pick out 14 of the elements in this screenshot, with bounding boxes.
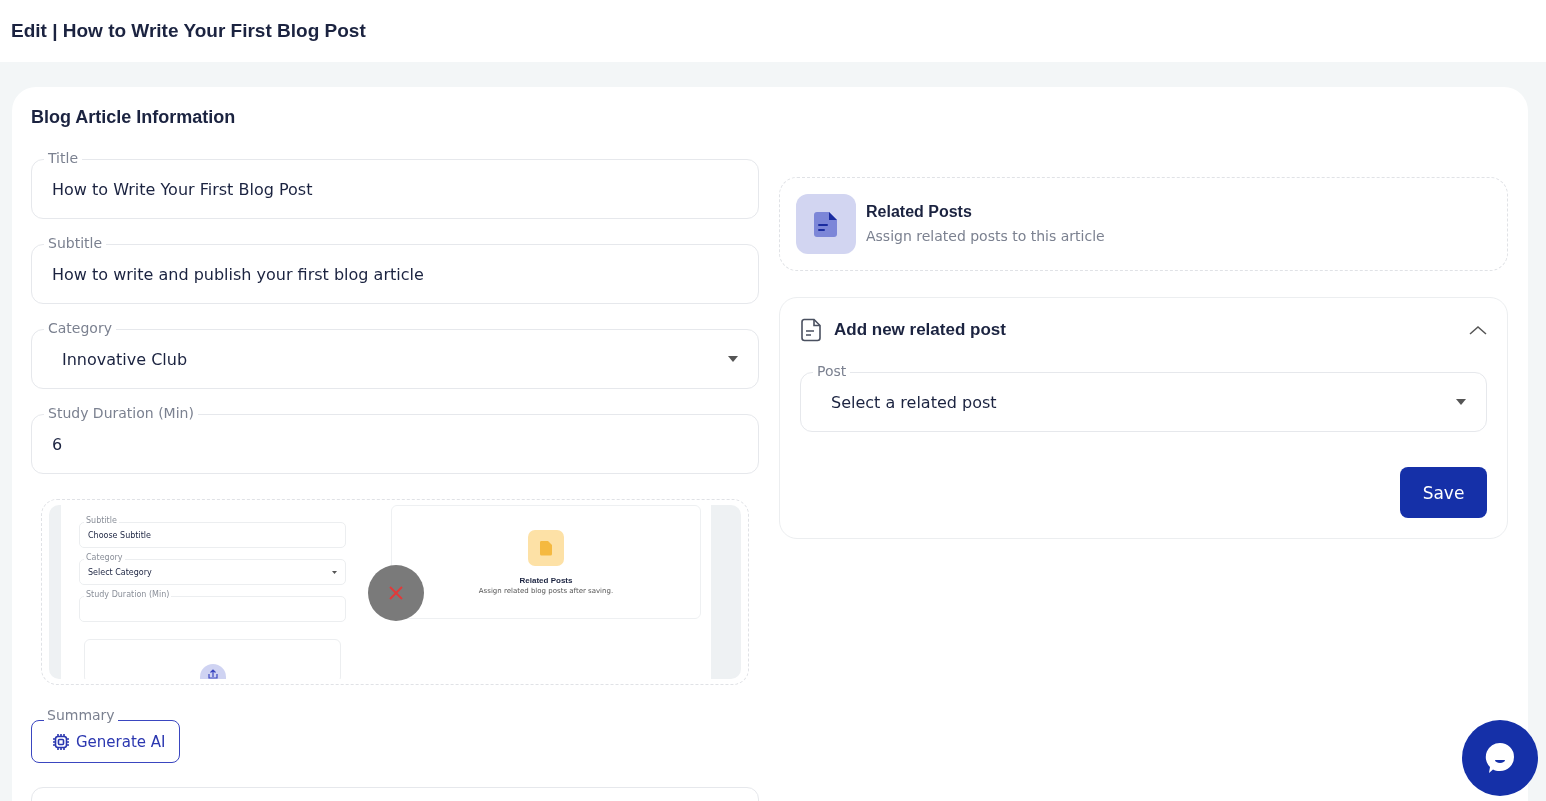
field-label: Summary	[44, 707, 118, 723]
panel-subtitle: Assign related posts to this article	[866, 228, 1105, 244]
mini-label: Category	[84, 553, 125, 563]
field-label: Study Duration (Min)	[44, 404, 198, 422]
save-button[interactable]: Save	[1400, 467, 1487, 518]
mini-label: Subtitle	[84, 516, 119, 526]
mini-value: Select Category	[88, 567, 152, 577]
mini-label: Study Duration (Min)	[84, 590, 172, 600]
panel-title: Add new related post	[834, 320, 1007, 340]
panel-title: Related Posts	[866, 203, 973, 221]
section-title: Blog Article Information	[31, 107, 237, 128]
page-title: Edit | How to Write Your First Blog Post	[11, 20, 366, 42]
mini-title: Related Posts	[519, 575, 573, 585]
mini-value: Choose Subtitle	[88, 530, 151, 540]
